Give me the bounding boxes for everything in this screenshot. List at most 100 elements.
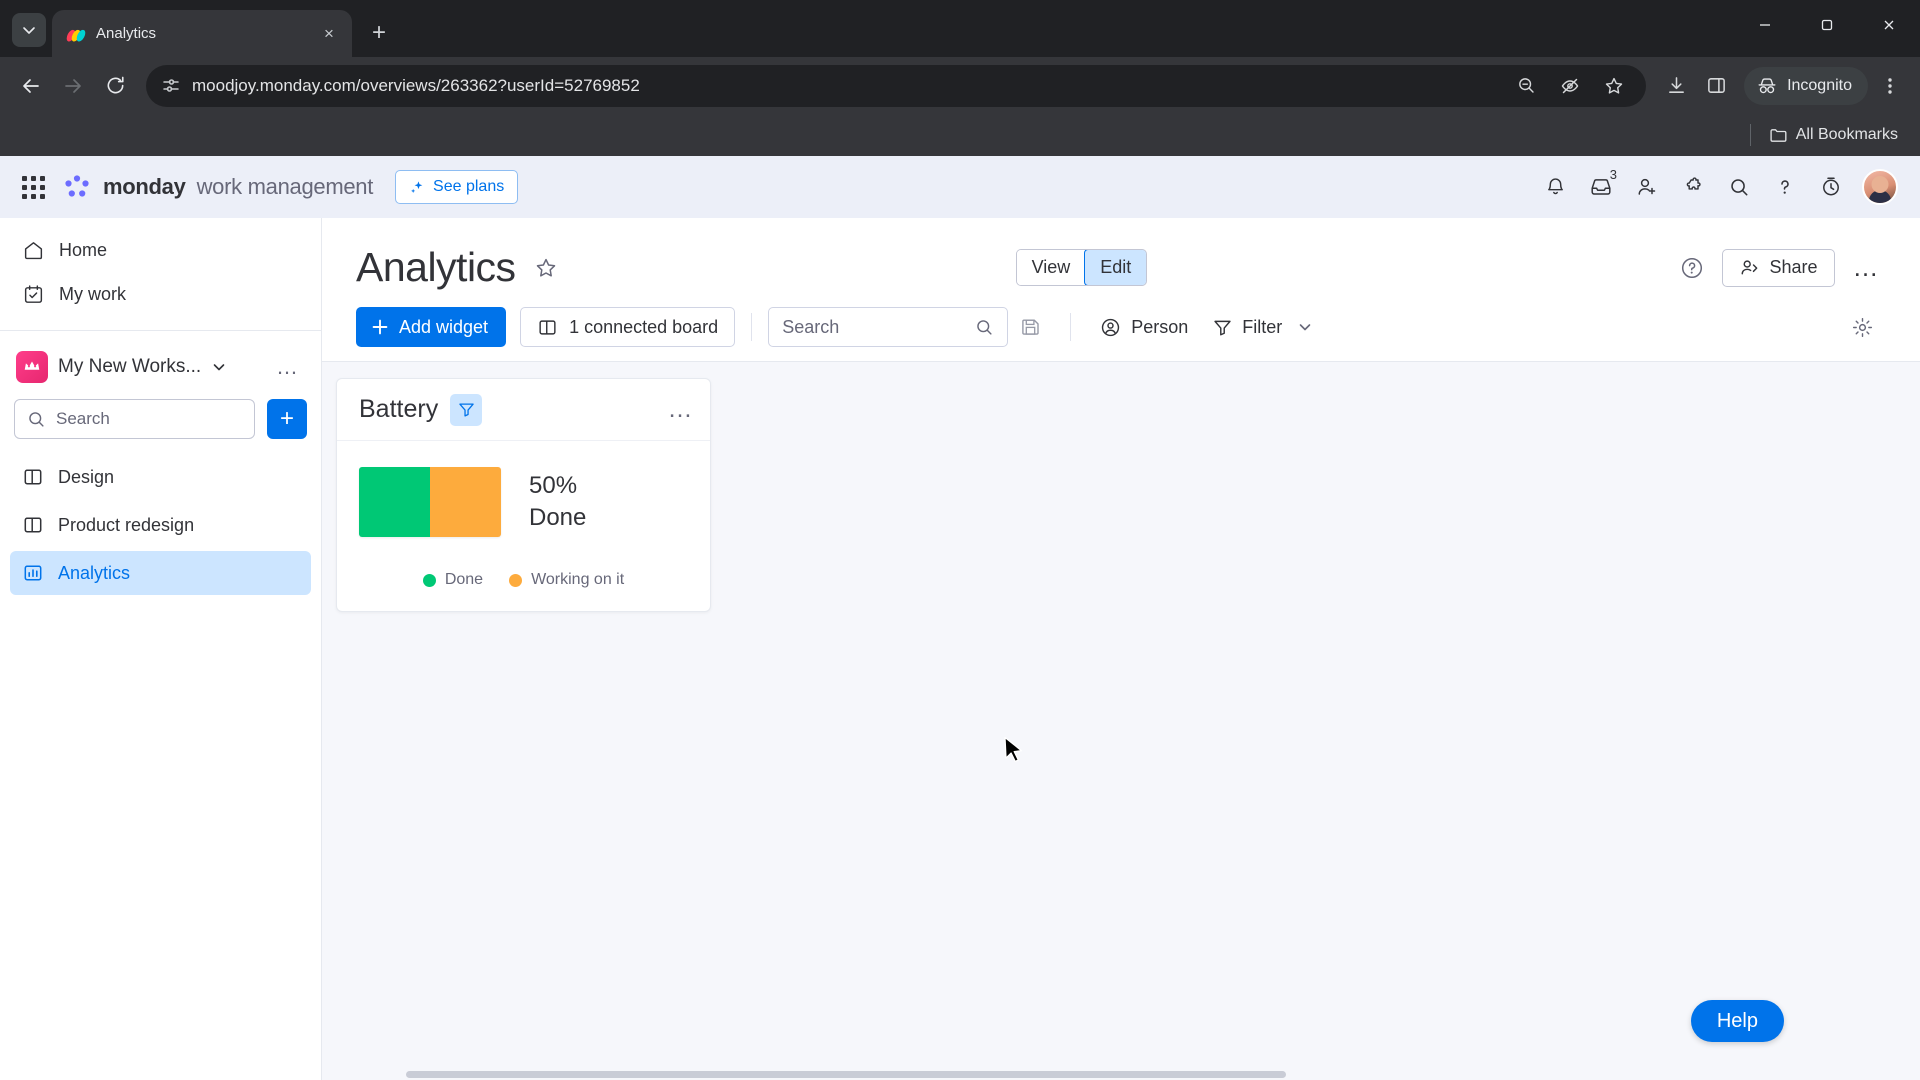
notifications-bell-button[interactable]	[1534, 166, 1576, 208]
question-mark-icon	[1781, 180, 1789, 194]
all-bookmarks-button[interactable]: All Bookmarks	[1761, 121, 1906, 150]
add-widget-button[interactable]: Add widget	[356, 307, 507, 347]
horizontal-scrollbar[interactable]	[322, 1068, 1920, 1080]
forward-button[interactable]	[54, 67, 92, 105]
search-icon	[29, 411, 44, 427]
download-icon	[1668, 77, 1684, 93]
window-maximize-button[interactable]	[1796, 0, 1858, 50]
invite-members-button[interactable]	[1626, 166, 1668, 208]
chevron-down-icon[interactable]	[211, 359, 227, 375]
browser-window: Analytics × + moodjoy.monday.com/overvie…	[0, 0, 1920, 1080]
board-icon	[24, 517, 42, 533]
monday-brand[interactable]: monday work management	[62, 172, 373, 202]
page-header: Analytics View Edit Share …	[322, 218, 1920, 301]
side-panel-icon	[1707, 78, 1725, 93]
workspace-selector[interactable]: My New Works... …	[0, 331, 321, 393]
battery-legend: Done Working on it	[359, 571, 688, 589]
legend-item-working-on-it[interactable]: Working on it	[509, 571, 624, 589]
page-more-button[interactable]: …	[1847, 252, 1887, 283]
chevron-down-icon	[23, 27, 35, 34]
bell-icon	[1547, 177, 1563, 194]
battery-widget-header: Battery …	[337, 379, 710, 441]
share-button[interactable]: Share	[1722, 248, 1835, 287]
back-button[interactable]	[12, 67, 50, 105]
sidebar-board-product-redesign-label: Product redesign	[58, 514, 195, 535]
workspace-more-button[interactable]: …	[266, 354, 309, 380]
dashboard-settings-button[interactable]	[1839, 307, 1886, 347]
reload-button[interactable]	[96, 67, 134, 105]
sidebar-item-home[interactable]: Home	[10, 228, 311, 272]
filter-button[interactable]: Filter	[1200, 307, 1325, 347]
person-filter-button[interactable]: Person	[1087, 307, 1200, 347]
sidebar-board-design[interactable]: Design	[10, 455, 311, 499]
clock-icon	[1823, 177, 1839, 196]
tab-edit[interactable]: Edit	[1084, 250, 1147, 285]
sidebar-search-row: Search +	[0, 393, 321, 453]
horizontal-scrollbar-thumb[interactable]	[406, 1071, 1286, 1078]
downloads-button[interactable]	[1658, 68, 1694, 104]
chevron-down-icon	[1299, 324, 1311, 331]
browser-menu-button[interactable]	[1872, 68, 1908, 104]
battery-segment-working[interactable]	[430, 467, 501, 537]
reload-icon	[107, 76, 124, 94]
see-plans-button[interactable]: See plans	[395, 170, 519, 204]
sidebar-board-product-redesign[interactable]: Product redesign	[10, 503, 311, 547]
legend-dot-done	[422, 573, 436, 587]
legend-item-done[interactable]: Done	[422, 571, 483, 589]
battery-widget-more-button[interactable]: …	[668, 395, 695, 424]
checklist-calendar-icon	[24, 284, 43, 303]
save-disk-icon	[1022, 319, 1039, 335]
incognito-indicator[interactable]: Incognito	[1744, 66, 1868, 105]
inbox-badge: 3	[1609, 167, 1617, 182]
widget-search-placeholder: Search	[782, 316, 840, 337]
user-avatar[interactable]	[1862, 169, 1898, 205]
favorite-star-button[interactable]	[534, 256, 558, 280]
tab-search-button[interactable]	[12, 13, 46, 47]
person-add-icon	[1638, 178, 1656, 195]
mouse-cursor	[1004, 736, 1023, 763]
search-icon	[1730, 178, 1747, 195]
sidebar-board-analytics[interactable]: Analytics	[10, 551, 311, 595]
apps-marketplace-button[interactable]	[1672, 166, 1714, 208]
apps-grid-icon[interactable]	[18, 172, 48, 202]
global-search-button[interactable]	[1718, 166, 1760, 208]
battery-widget[interactable]: Battery … 50% Done Done Working on it	[336, 378, 711, 612]
sparkle-icon	[411, 180, 423, 193]
incognito-label: Incognito	[1787, 76, 1852, 94]
trial-timer-button[interactable]	[1810, 166, 1852, 208]
filter-label: Filter	[1242, 316, 1283, 337]
board-icon	[539, 319, 556, 335]
inbox-button[interactable]: 3	[1580, 166, 1622, 208]
side-panel-button[interactable]	[1698, 68, 1734, 104]
page-help-button[interactable]	[1674, 250, 1710, 286]
sidebar-add-button[interactable]: +	[267, 399, 307, 439]
window-close-button[interactable]	[1858, 0, 1920, 50]
app-topbar: monday work management See plans 3	[0, 156, 1920, 218]
site-settings-icon[interactable]	[162, 77, 180, 95]
main-content: Analytics View Edit Share … Add widget 1…	[322, 218, 1920, 1080]
browser-tab[interactable]: Analytics ×	[52, 10, 352, 57]
zoom-out-icon[interactable]	[1508, 68, 1544, 104]
address-bar[interactable]: moodjoy.monday.com/overviews/263362?user…	[146, 64, 1647, 107]
person-circle-icon	[1102, 318, 1120, 336]
window-minimize-button[interactable]	[1734, 0, 1796, 50]
help-floating-button[interactable]: Help	[1690, 1000, 1784, 1042]
omnibox-actions	[1508, 68, 1632, 104]
battery-segment-done[interactable]	[359, 467, 430, 537]
help-button[interactable]	[1764, 166, 1806, 208]
sidebar-search-input[interactable]: Search	[14, 399, 255, 439]
tab-close-button[interactable]: ×	[318, 23, 340, 45]
sidebar-item-my-work[interactable]: My work	[10, 272, 311, 316]
save-view-button[interactable]	[1008, 307, 1054, 347]
see-plans-label: See plans	[433, 178, 505, 195]
hide-eye-icon[interactable]	[1552, 68, 1588, 104]
toolbar-divider	[751, 313, 753, 341]
bookmark-star-icon[interactable]	[1596, 68, 1632, 104]
widget-search-input[interactable]: Search	[768, 307, 1009, 347]
tab-view[interactable]: View	[1016, 250, 1086, 285]
battery-widget-filter-button[interactable]	[450, 393, 483, 426]
connected-board-button[interactable]: 1 connected board	[520, 307, 736, 347]
new-tab-button[interactable]: +	[362, 16, 396, 50]
browser-tabstrip: Analytics × +	[0, 0, 1920, 57]
maximize-icon	[1821, 19, 1833, 31]
